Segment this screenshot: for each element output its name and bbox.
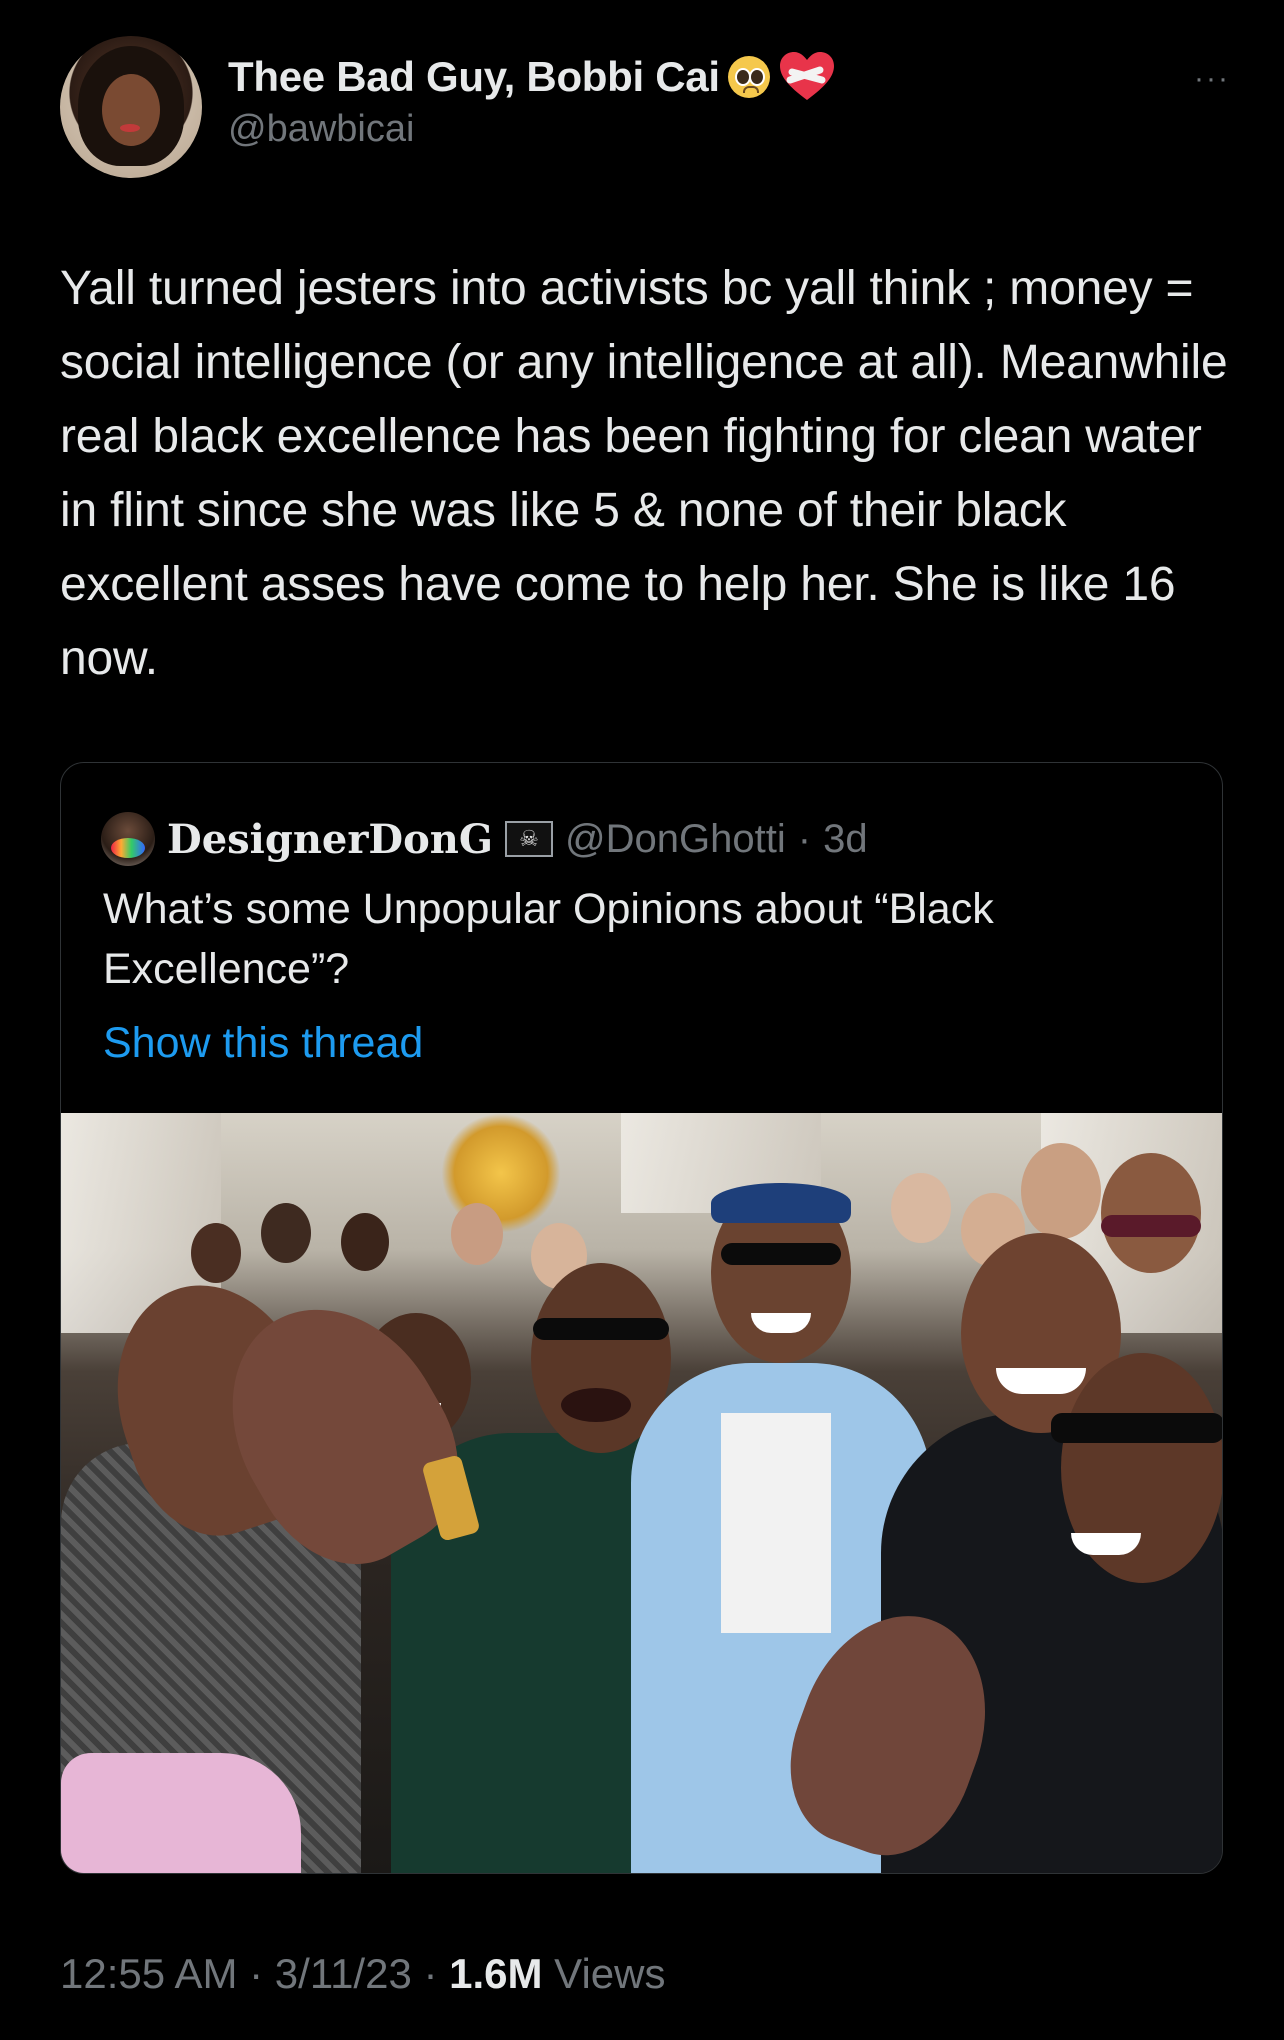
more-options-icon[interactable]: ··· — [1194, 62, 1230, 96]
mending-heart-icon — [778, 50, 836, 104]
quoted-age: 3d — [823, 816, 868, 861]
tweet-meta: 12:55 AM · 3/11/23 · 1.6M Views — [60, 1950, 665, 1998]
meta-separator: · — [411, 1950, 450, 1997]
author-name[interactable]: Thee Bad Guy, Bobbi Cai — [228, 53, 720, 101]
author-name-row[interactable]: Thee Bad Guy, Bobbi Cai — [228, 50, 836, 104]
show-thread-link[interactable]: Show this thread — [103, 1019, 423, 1068]
quoted-photo[interactable] — [61, 1113, 1222, 1873]
pleading-face-icon — [727, 56, 770, 98]
quoted-author-handle: @DonGhotti — [565, 816, 786, 861]
quoted-author-name: DesignerDonG — [167, 815, 494, 863]
quoted-header: DesignerDonG ☠ @DonGhotti · 3d — [101, 811, 868, 867]
author-handle[interactable]: @bawbicai — [228, 108, 414, 151]
author-avatar[interactable] — [60, 36, 202, 178]
tweet-text: Yall turned jesters into activists bc ya… — [60, 262, 1228, 685]
views-label: Views — [542, 1950, 666, 1997]
tweet-time: 12:55 AM — [60, 1950, 238, 1997]
quoted-avatar — [101, 812, 155, 866]
views-count[interactable]: 1.6M — [449, 1950, 542, 1997]
quoted-tweet[interactable]: DesignerDonG ☠ @DonGhotti · 3d What’s so… — [60, 762, 1223, 1874]
quoted-text: What’s some Unpopular Opinions about “Bl… — [103, 885, 994, 993]
tweet-header: Thee Bad Guy, Bobbi Cai @bawbicai ··· — [60, 36, 1230, 186]
meta-separator: · — [237, 1950, 275, 1997]
pirate-flag-icon: ☠ — [505, 821, 554, 857]
quoted-separator: · — [797, 816, 812, 861]
tweet-date: 3/11/23 — [274, 1950, 412, 1997]
